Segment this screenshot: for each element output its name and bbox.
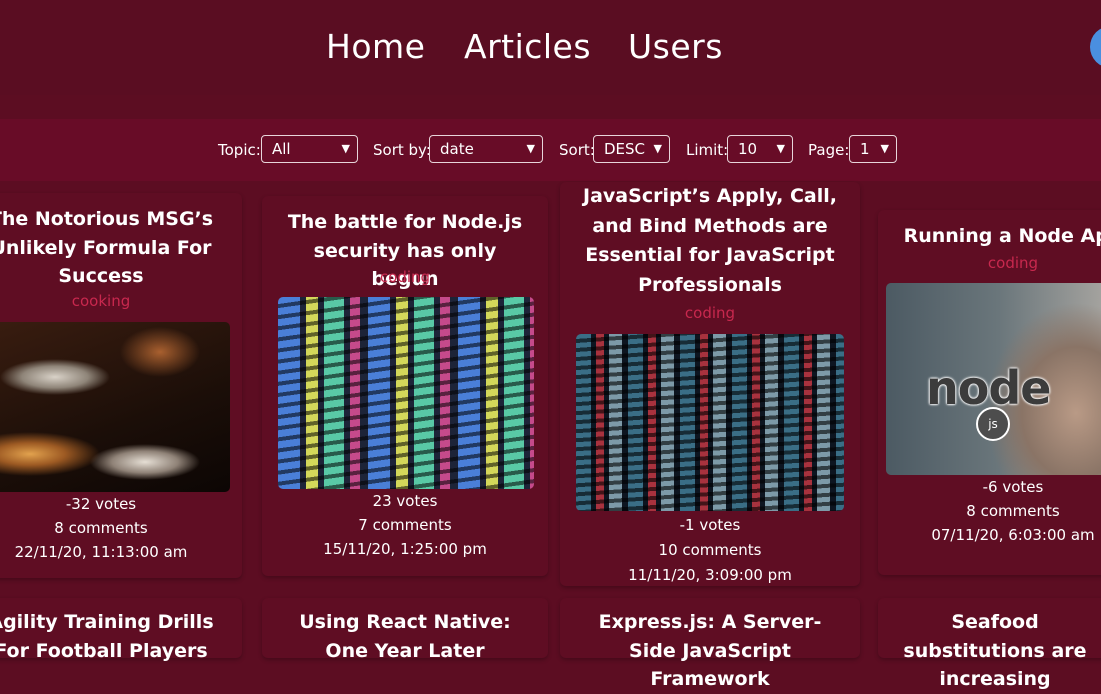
- js-badge-icon: js: [976, 407, 1010, 441]
- article-comments: 10 comments: [658, 541, 762, 559]
- article-title[interactable]: Seafood substitutions are increasing: [878, 608, 1101, 694]
- article-image[interactable]: [278, 297, 534, 489]
- sortby-select-value: date: [440, 140, 474, 158]
- limit-select[interactable]: 10 ▼: [727, 135, 793, 163]
- article-votes: 23 votes: [372, 492, 438, 510]
- topic-select-value: All: [272, 140, 291, 158]
- chevron-down-icon: ▼: [341, 142, 350, 155]
- article-comments: 7 comments: [358, 516, 452, 534]
- chevron-down-icon: ▼: [653, 142, 662, 155]
- page-select[interactable]: 1 ▼: [849, 135, 897, 163]
- article-comments: 8 comments: [966, 502, 1060, 520]
- article-card[interactable]: Express.js: A Server-Side JavaScript Fra…: [560, 598, 860, 690]
- article-topic: coding: [684, 304, 736, 322]
- sort-order-select[interactable]: DESC ▼: [593, 135, 670, 163]
- user-avatar[interactable]: [1090, 26, 1101, 68]
- limit-select-value: 10: [738, 140, 758, 158]
- page-label: Page:: [808, 141, 850, 159]
- filter-bar: Topic: All ▼ Sort by: date ▼ Sort: DESC …: [0, 119, 1101, 181]
- limit-label: Limit:: [686, 141, 729, 159]
- article-title[interactable]: Express.js: A Server-Side JavaScript Fra…: [580, 608, 840, 694]
- article-card[interactable]: Using React Native: One Year Later: [262, 598, 548, 662]
- chevron-down-icon: ▼: [526, 142, 535, 155]
- article-votes: -1 votes: [679, 516, 741, 534]
- article-card[interactable]: Running a Node App coding node js -6 vot…: [878, 210, 1101, 575]
- article-title[interactable]: Using React Native: One Year Later: [280, 608, 530, 665]
- nav-users-link[interactable]: Users: [628, 26, 723, 68]
- article-title[interactable]: Running a Node App: [878, 222, 1101, 251]
- top-nav: Home Articles Users: [0, 0, 1101, 95]
- page-select-value: 1: [860, 140, 870, 158]
- article-comments: 8 comments: [54, 519, 148, 537]
- topic-select[interactable]: All ▼: [261, 135, 358, 163]
- article-date: 15/11/20, 1:25:00 pm: [323, 540, 487, 558]
- article-title[interactable]: Agility Training Drills For Football Pla…: [0, 608, 230, 665]
- article-card[interactable]: The Notorious MSG’s Unlikely Formula For…: [0, 193, 242, 578]
- nav-home-link[interactable]: Home: [326, 26, 425, 68]
- sortby-select[interactable]: date ▼: [429, 135, 543, 163]
- chevron-down-icon: ▼: [776, 142, 785, 155]
- article-image[interactable]: [576, 334, 844, 511]
- article-card[interactable]: The battle for Node.js security has only…: [262, 196, 548, 576]
- nav-articles-link[interactable]: Articles: [464, 26, 591, 68]
- article-date: 22/11/20, 11:13:00 am: [14, 543, 188, 561]
- article-date: 07/11/20, 6:03:00 am: [931, 526, 1095, 544]
- article-image[interactable]: node js: [886, 283, 1101, 475]
- article-votes: -6 votes: [982, 478, 1044, 496]
- article-card[interactable]: Seafood substitutions are increasing: [878, 598, 1101, 690]
- article-title[interactable]: JavaScript’s Apply, Call, and Bind Metho…: [580, 182, 840, 300]
- article-topic: coding: [379, 268, 431, 286]
- sort-order-select-value: DESC: [604, 140, 646, 158]
- article-image[interactable]: [0, 322, 230, 492]
- chevron-down-icon: ▼: [880, 142, 889, 155]
- article-topic: cooking: [71, 292, 131, 310]
- sort-label: Sort:: [559, 141, 595, 159]
- article-topic: coding: [987, 254, 1039, 272]
- topic-label: Topic:: [218, 141, 261, 159]
- article-card[interactable]: Agility Training Drills For Football Pla…: [0, 598, 242, 662]
- sortby-label: Sort by:: [373, 141, 431, 159]
- article-votes: -32 votes: [65, 495, 137, 513]
- article-date: 11/11/20, 3:09:00 pm: [628, 566, 792, 584]
- article-title[interactable]: The Notorious MSG’s Unlikely Formula For…: [0, 205, 222, 291]
- article-card[interactable]: JavaScript’s Apply, Call, and Bind Metho…: [560, 182, 860, 586]
